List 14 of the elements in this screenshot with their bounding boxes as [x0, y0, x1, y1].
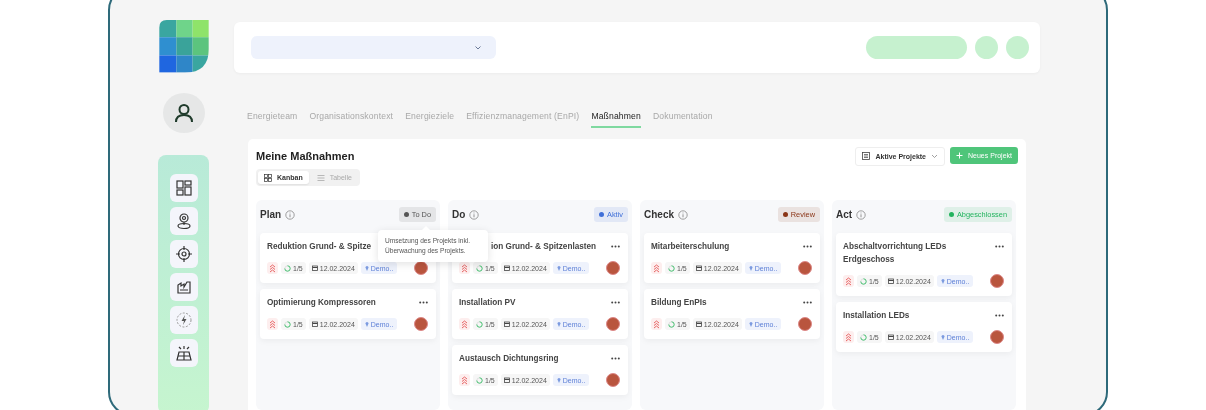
column-title: Act — [836, 209, 853, 220]
card-title: Mitarbeiterschulung — [651, 241, 730, 253]
column-title: Do — [452, 209, 466, 220]
card-title: Abschaltvorrichtung LEDs Erdgeschoss — [843, 241, 948, 266]
card-title: Austausch Dichtungsring — [459, 353, 559, 365]
column-title: Check — [644, 209, 674, 220]
card-title: Installation PV — [459, 297, 516, 309]
column-title: Plan — [260, 209, 282, 220]
card-title: Reduktion Grund- & Spitze — [267, 241, 372, 253]
card-title: ion Grund- & Spitzenlasten — [491, 241, 597, 253]
page-title: Meine Maßnahmen — [256, 150, 355, 162]
card-title: Bildung EnPIs — [651, 297, 707, 309]
card-title: Optimierung Kompressoren — [267, 297, 376, 309]
card-title: Installation LEDs — [843, 310, 910, 322]
